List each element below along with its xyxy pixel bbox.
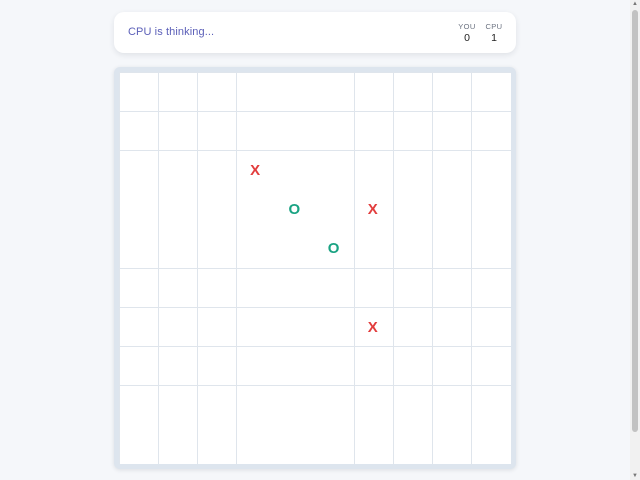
status-card: CPU is thinking... YOU 0 CPU 1 [114,12,516,53]
score-cpu-value: 1 [491,32,497,44]
game-board[interactable]: X O X O X [119,72,511,464]
scrollbar[interactable]: ▲ ▼ [630,0,640,480]
scrollbar-thumb[interactable] [632,10,638,432]
score-cpu: CPU 1 [483,22,505,45]
grid-lines [119,72,511,464]
score-you: YOU 0 [456,22,478,45]
score-you-label: YOU [458,22,476,31]
score-you-value: 0 [464,32,470,44]
o-mark: O [288,201,301,219]
o-mark: O [327,240,340,258]
status-text: CPU is thinking... [128,26,215,38]
scroll-down-icon[interactable]: ▼ [631,472,639,480]
x-mark: X [367,201,378,219]
score-cpu-label: CPU [485,22,503,31]
scroll-up-icon[interactable]: ▲ [631,0,639,8]
x-mark: X [250,162,261,179]
x-mark: X [367,318,378,336]
